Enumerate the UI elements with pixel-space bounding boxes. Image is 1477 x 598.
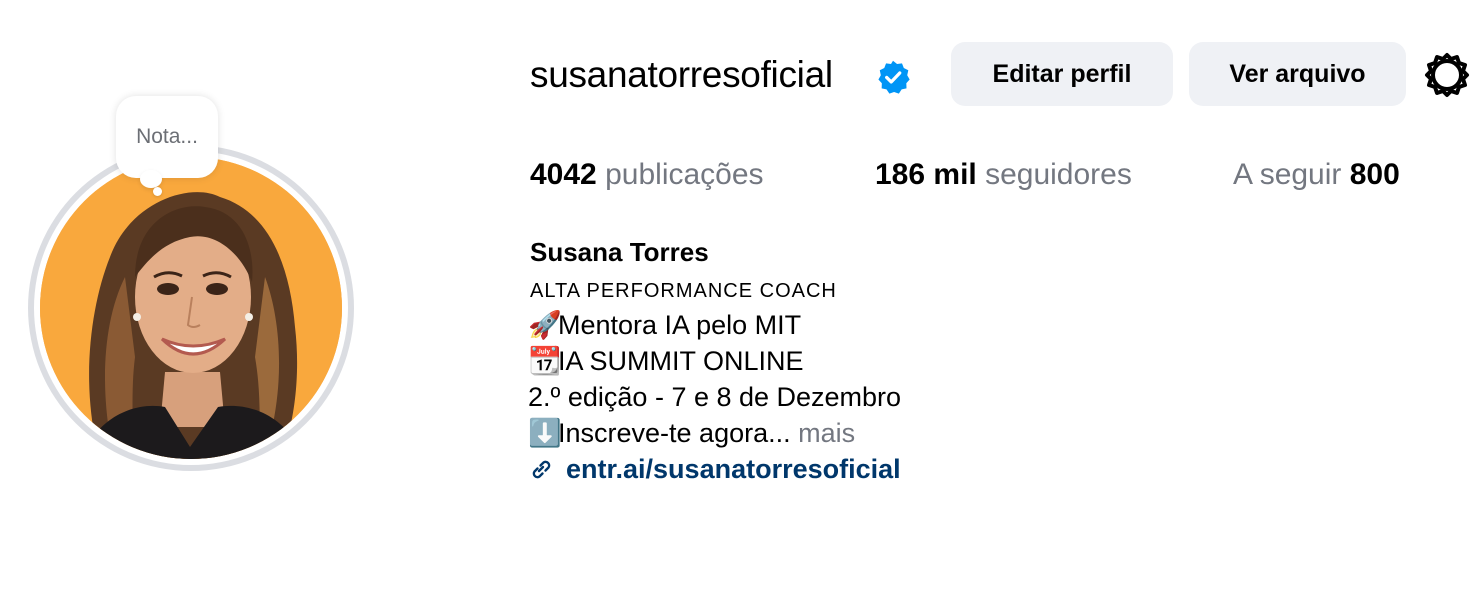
posts-count: 4042 xyxy=(530,158,597,191)
stat-posts: 4042 publicações xyxy=(530,157,764,193)
note-bubble[interactable]: Nota... xyxy=(116,96,218,178)
profile-full-name: Susana Torres xyxy=(530,237,709,267)
avatar-ring[interactable] xyxy=(28,145,354,471)
down-arrow-emoji: ⬇️ xyxy=(528,418,562,448)
followers-count: 186 mil xyxy=(875,158,977,191)
note-bubble-tail-dot xyxy=(153,187,162,196)
followers-label: seguidores xyxy=(985,158,1132,191)
edit-profile-button[interactable]: Editar perfil xyxy=(951,42,1173,106)
stat-following[interactable]: A seguir 800 xyxy=(1233,157,1400,193)
bio-link[interactable]: entr.ai/susanatorresoficial xyxy=(566,454,901,485)
calendar-emoji: 📆 xyxy=(528,346,562,376)
stat-followers[interactable]: 186 mil seguidores xyxy=(875,157,1132,193)
profile-category: ALTA PERFORMANCE COACH xyxy=(530,280,837,302)
bio-line: 📆IA SUMMIT ONLINE xyxy=(528,344,804,378)
link-icon xyxy=(532,460,551,479)
bio-text: IA SUMMIT ONLINE xyxy=(558,346,804,376)
following-count: 800 xyxy=(1349,158,1400,191)
bio-text: Inscreve-te agora... xyxy=(558,418,791,448)
gear-icon[interactable] xyxy=(1424,52,1470,98)
note-placeholder: Nota... xyxy=(136,125,198,148)
profile-username: susanatorresoficial xyxy=(530,54,833,95)
view-archive-button[interactable]: Ver arquivo xyxy=(1189,42,1406,106)
verified-badge-icon xyxy=(878,60,910,94)
avatar[interactable] xyxy=(40,157,342,459)
following-label: A seguir xyxy=(1233,158,1342,191)
bio-line: 🚀Mentora IA pelo MIT xyxy=(528,308,801,342)
bio-text: 2.º edição - 7 e 8 de Dezembro xyxy=(528,382,902,412)
avatar-portrait xyxy=(40,157,342,459)
bio-line: 2.º edição - 7 e 8 de Dezembro xyxy=(528,380,901,414)
note-bubble-tail xyxy=(140,170,162,188)
bio-line: ⬇️Inscreve-te agora... mais xyxy=(528,416,855,450)
rocket-emoji: 🚀 xyxy=(528,310,562,340)
bio-text: Mentora IA pelo MIT xyxy=(558,310,802,340)
bio-more-link[interactable]: mais xyxy=(798,418,855,448)
posts-label: publicações xyxy=(605,158,764,191)
bio-link-row[interactable]: entr.ai/susanatorresoficial xyxy=(528,452,901,486)
